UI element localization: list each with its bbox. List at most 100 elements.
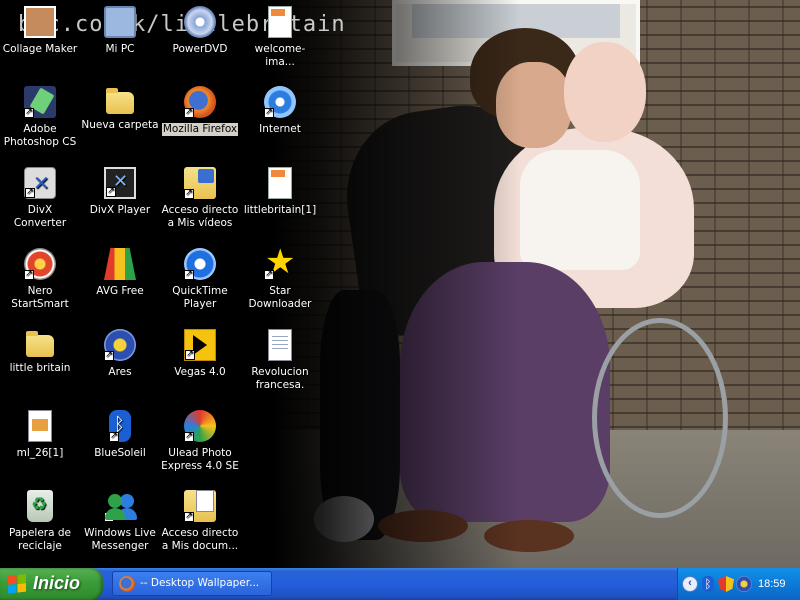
shortcut-arrow-icon [264, 268, 274, 280]
desktop-icon-ulead[interactable]: Ulead Photo Express 4.0 SE [160, 410, 240, 473]
desktop-icon-collage-maker[interactable]: Collage Maker [0, 6, 80, 56]
desktop-icon-welcome-image[interactable]: welcome-ima... [240, 6, 320, 69]
desktop-icon-label: Windows Live Messenger [84, 527, 156, 552]
desktop-icon-label: DivX Player [89, 204, 151, 216]
desktop-icon-mi-pc[interactable]: Mi PC [80, 6, 160, 56]
desktop-icon-bluesoleil[interactable]: BlueSoleil [80, 410, 160, 460]
desktop-icon-nero[interactable]: Nero StartSmart [0, 248, 80, 311]
desktop-icon-label: Collage Maker [2, 43, 78, 55]
my-computer-icon [104, 6, 136, 38]
desktop-icon-acceso-documentos[interactable]: Acceso directo a Mis docum... [160, 490, 240, 553]
start-button[interactable]: Inicio [0, 568, 103, 600]
shortcut-arrow-icon [104, 510, 114, 522]
desktop-icon-label: Nero StartSmart [11, 285, 69, 310]
desktop-icon-vegas[interactable]: Vegas 4.0 [160, 329, 240, 379]
shortcut-arrow-icon [184, 268, 194, 280]
quicktime-icon [184, 248, 216, 280]
png-file-icon [268, 167, 292, 199]
shortcut-arrow-icon [184, 106, 194, 118]
shortcut-arrow-icon [25, 186, 35, 198]
desktop-icon-papelera[interactable]: Papelera de reciclaje [0, 490, 80, 553]
bluetooth-icon [109, 410, 131, 442]
clock[interactable]: 18:59 [758, 568, 786, 600]
desktop-icon-acceso-videos[interactable]: Acceso directo a Mis vídeos [160, 167, 240, 230]
taskbar-button-firefox[interactable]: -- Desktop Wallpaper... [112, 571, 272, 596]
folder-icon [26, 331, 54, 357]
desktop-icon-quicktime[interactable]: QuickTime Player [160, 248, 240, 311]
desktop-icon-nueva-carpeta[interactable]: Nueva carpeta [80, 86, 160, 132]
image-file-icon [28, 410, 52, 442]
photoshop-feather-icon [24, 86, 56, 118]
desktop-icon-internet[interactable]: Internet [240, 86, 320, 136]
divx-converter-icon [24, 167, 56, 199]
shortcut-arrow-icon [106, 185, 116, 197]
desktop-icon-photoshop[interactable]: Adobe Photoshop CS [0, 86, 80, 149]
desktop-icon-ares[interactable]: Ares [80, 329, 160, 379]
desktop-icon-label: Acceso directo a Mis docum... [161, 527, 239, 552]
desktop-icon-avg[interactable]: AVG Free [80, 248, 160, 298]
desktop-icon-label: Acceso directo a Mis vídeos [161, 204, 239, 229]
divx-player-icon [104, 167, 136, 199]
desktop-icon-label: welcome-ima... [254, 43, 306, 68]
shortcut-arrow-icon [24, 106, 34, 118]
seated-man-vest [520, 150, 640, 270]
security-shield-icon[interactable] [718, 576, 734, 592]
firefox-icon [184, 86, 216, 118]
desktop-icon-label: PowerDVD [172, 43, 228, 55]
desktop-icon-label: AVG Free [96, 285, 144, 297]
desktop-icon-label: littlebritain[1] [243, 204, 317, 216]
photo-collage-icon [24, 6, 56, 38]
desktop-icon-littlebritain-1[interactable]: littlebritain[1] [240, 167, 320, 217]
desktop-icon-grid: Collage Maker Mi PC PowerDVD welcome-ima… [0, 0, 330, 568]
desktop-icon-label: Ares [108, 366, 132, 378]
chevron-left-icon[interactable]: ‹ [682, 576, 698, 592]
ares-icon[interactable] [736, 576, 752, 592]
bluetooth-icon[interactable]: ᛒ [702, 576, 714, 592]
desktop-icon-divx-converter[interactable]: DivX Converter [0, 167, 80, 230]
shortcut-arrow-icon [185, 348, 195, 360]
shortcut-arrow-icon [184, 430, 194, 442]
desktop-icon-label: Revolucion francesa. [251, 366, 309, 391]
vegas-icon [184, 329, 216, 361]
desktop-icon-powerdvd[interactable]: PowerDVD [160, 6, 240, 56]
desktop-icon-label: QuickTime Player [172, 285, 228, 310]
taskbar: Inicio -- Desktop Wallpaper... ‹ ᛒ 18:59 [0, 568, 800, 600]
desktop-icon-label: Internet [259, 123, 301, 135]
desktop-icon-label: ml_26[1] [16, 447, 64, 459]
shortcut-arrow-icon [184, 510, 194, 522]
firefox-icon [119, 576, 135, 592]
start-button-label: Inicio [33, 573, 81, 593]
nero-icon [24, 248, 56, 280]
desktop-icon-label: DivX Converter [13, 204, 67, 229]
desktop-icon-firefox[interactable]: Mozilla Firefox [160, 86, 240, 136]
desktop-icon-label: Adobe Photoshop CS [3, 123, 77, 148]
desktop-icon-msn[interactable]: Windows Live Messenger [80, 490, 160, 553]
star-icon [264, 242, 296, 282]
desktop-icon-ml-26[interactable]: ml_26[1] [0, 410, 80, 460]
wheelchair-wheel [592, 318, 728, 518]
desktop-icon-little-britain[interactable]: little britain [0, 329, 80, 375]
desktop-icon-label: Papelera de reciclaje [8, 527, 71, 552]
shortcut-arrow-icon [109, 430, 119, 442]
shortcut-arrow-icon [104, 349, 114, 361]
desktop-icon-label: Mi PC [105, 43, 135, 55]
windows-logo-icon [8, 574, 26, 594]
desktop-icon-label: BlueSoleil [94, 447, 146, 459]
documents-folder-icon [184, 490, 216, 522]
png-file-icon [268, 6, 292, 38]
desktop-icon-label: Ulead Photo Express 4.0 SE [161, 447, 239, 472]
messenger-icon [104, 490, 136, 522]
desktop-icon-star-downloader[interactable]: Star Downloader [240, 242, 320, 311]
shortcut-arrow-icon [184, 187, 194, 199]
desktop-icon-divx-player[interactable]: DivX Player [80, 167, 160, 217]
ares-icon [104, 329, 136, 361]
seated-man-head [564, 42, 646, 142]
shortcut-arrow-icon [264, 106, 274, 118]
recycle-bin-icon [27, 490, 53, 522]
desktop-icon-label: Vegas 4.0 [174, 366, 226, 378]
desktop-icon-revolucion[interactable]: Revolucion francesa. [240, 329, 320, 392]
taskbar-button-label: -- Desktop Wallpaper... [140, 577, 260, 589]
system-tray: ‹ ᛒ 18:59 [677, 568, 800, 600]
ulead-icon [184, 410, 216, 442]
videos-folder-icon [184, 167, 216, 199]
